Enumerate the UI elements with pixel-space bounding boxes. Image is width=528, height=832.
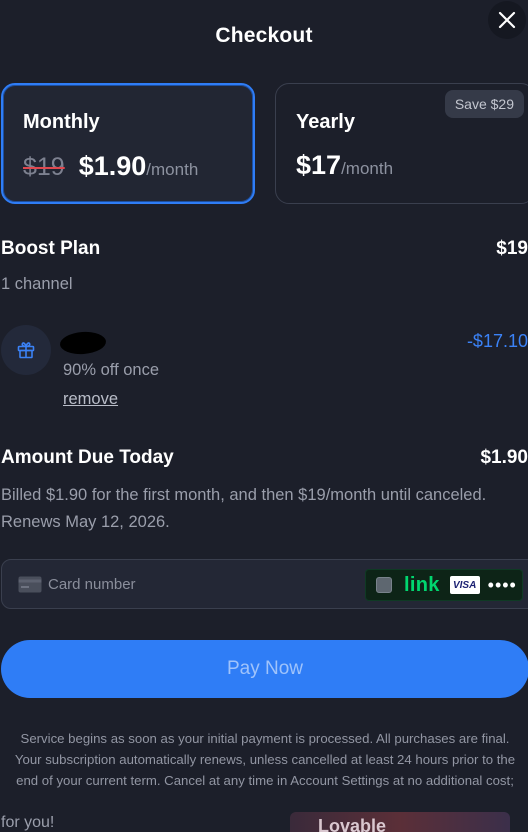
pay-now-button[interactable]: Pay Now [1, 640, 528, 698]
card-number-input[interactable] [48, 560, 348, 608]
redacted-coupon-name [59, 330, 107, 356]
plan-name: Yearly [296, 111, 355, 133]
terms-line: Your subscription automatically renews, … [14, 752, 516, 767]
remove-discount-link[interactable]: remove [63, 390, 118, 409]
link-autofill-button[interactable]: link VISA •••• [365, 569, 523, 601]
link-logo: link [404, 573, 440, 596]
price-period: /month [146, 160, 199, 179]
close-button[interactable] [488, 1, 526, 39]
plan-card-yearly[interactable]: Save $29 Yearly $17 /month [275, 83, 528, 204]
footer-text: for you! [1, 814, 55, 831]
price-period: /month [341, 159, 394, 178]
terms-line: end of your current term. Cancel at any … [16, 773, 514, 788]
amount-due-label: Amount Due Today [1, 447, 174, 468]
credit-card-icon [18, 576, 42, 593]
amount-due: Amount Due Today $1.90 [1, 447, 528, 469]
savings-badge: Save $29 [444, 90, 524, 118]
discount-description: 90% off once [63, 361, 160, 379]
line-item-detail: 1 channel [1, 275, 73, 293]
line-item-amount: $19 [496, 238, 528, 259]
visa-card-icon: VISA [449, 576, 480, 594]
price-row: $19 $1.90 /month [23, 151, 198, 182]
card-number-field[interactable]: link VISA •••• [1, 559, 528, 609]
billing-note-line: Billed $1.90 for the first month, and th… [1, 486, 487, 504]
page-title: Checkout [215, 24, 313, 47]
plan-price: $17 [296, 150, 342, 180]
plan-name: Monthly [23, 111, 100, 133]
discount-icon-badge [1, 325, 51, 375]
line-item: Boost Plan $19 [1, 238, 528, 260]
renewal-note: Renews May 12, 2026. [1, 513, 170, 531]
plan-price: $1.90 [78, 151, 147, 181]
billing-note: Billed $1.90 for the first month, and th… [1, 482, 528, 536]
masked-card-digits: •••• [487, 575, 517, 595]
terms-text: Service begins as soon as your initial p… [0, 728, 528, 791]
footer-logo-text: Lovable [318, 816, 387, 832]
terms-line: Service begins as soon as your initial p… [20, 731, 510, 746]
line-item-name: Boost Plan [1, 238, 101, 259]
old-price: $19 [23, 153, 65, 181]
amount-due-value: $1.90 [480, 447, 528, 468]
discount-amount: -$17.10 [466, 331, 528, 351]
close-icon [498, 11, 516, 29]
price-row: $17 /month [296, 150, 393, 181]
plan-card-monthly[interactable]: Monthly $19 $1.90 /month [1, 83, 255, 204]
footer-logo-banner: Lovable [290, 812, 510, 832]
gift-icon [17, 342, 35, 359]
link-checkbox[interactable] [376, 577, 392, 593]
